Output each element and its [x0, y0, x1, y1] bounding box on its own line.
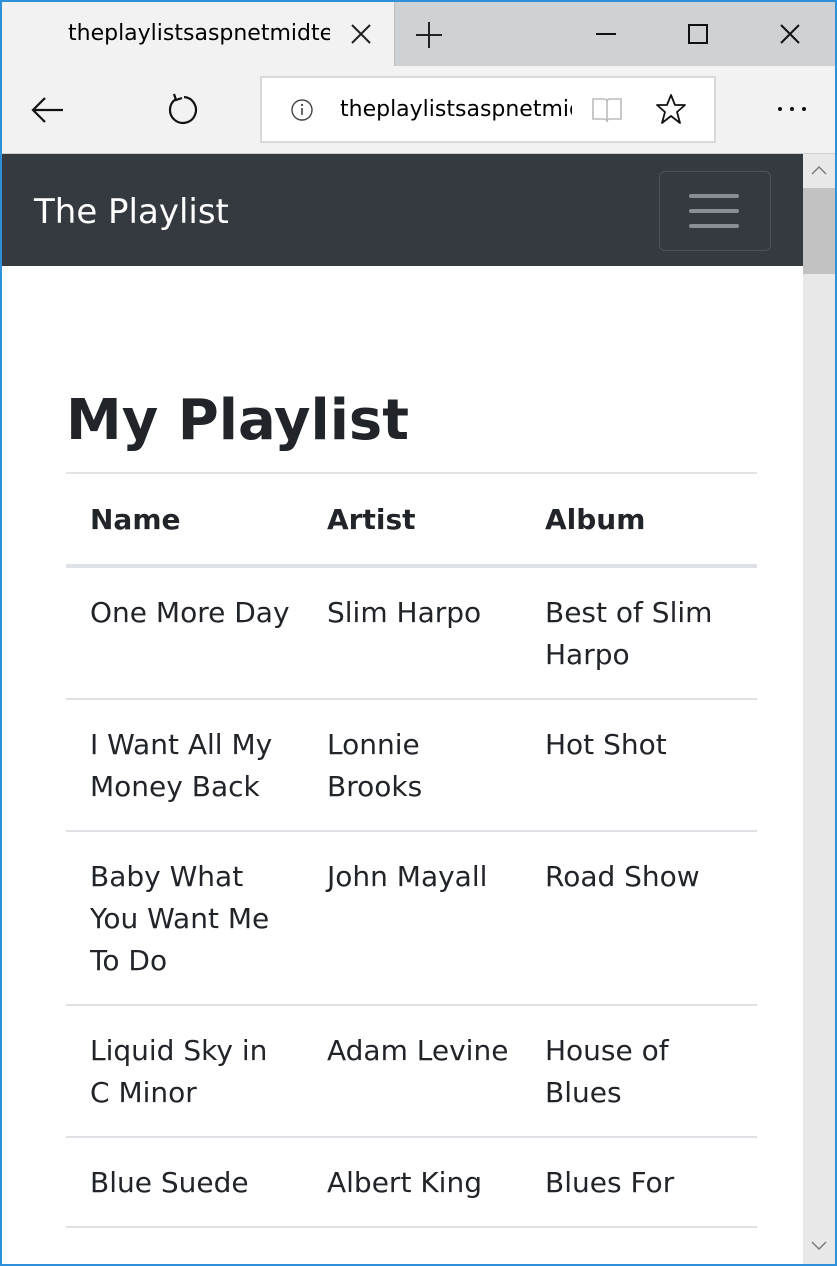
cell-album: Hot Shot	[521, 699, 757, 832]
info-icon[interactable]	[290, 98, 314, 122]
column-header-artist: Artist	[303, 474, 521, 568]
browser-window: theplaylistsaspnetmidterm	[0, 0, 837, 1266]
page-viewport: The Playlist My Playlist Name Artist Alb…	[2, 154, 803, 1264]
cell-album: Best of Slim Harpo	[521, 566, 757, 700]
cell-artist: John Mayall	[303, 831, 521, 1006]
scroll-up-chevron-icon[interactable]	[809, 162, 829, 178]
more-icon[interactable]	[772, 94, 812, 124]
star-icon[interactable]	[654, 92, 688, 126]
cell-name: One More Day	[66, 566, 303, 700]
maximize-icon[interactable]	[680, 16, 716, 52]
scroll-down-chevron-icon[interactable]	[809, 1238, 829, 1254]
cell-album: House of Blues	[521, 1005, 757, 1138]
table-row: I Want All My Money Back Lonnie Brooks H…	[66, 699, 757, 832]
playlist-table: Name Artist Album One More Day Slim Harp…	[66, 474, 757, 1228]
table-header-row: Name Artist Album	[66, 474, 757, 568]
table-row: Baby What You Want Me To Do John Mayall …	[66, 831, 757, 1006]
back-arrow-icon[interactable]	[27, 90, 67, 130]
table-row: Blue Suede Albert King Blues For	[66, 1137, 757, 1228]
browser-toolbar: theplaylistsaspnetmidterm.azurewebsites.…	[2, 66, 835, 154]
hamburger-icon	[689, 194, 739, 198]
new-tab-plus-icon[interactable]	[412, 18, 446, 52]
column-header-name: Name	[66, 474, 303, 568]
address-bar[interactable]: theplaylistsaspnetmidterm.azurewebsites.…	[260, 76, 716, 143]
navbar-toggler-button[interactable]	[659, 171, 771, 251]
hamburger-icon	[689, 224, 739, 228]
cell-album: Road Show	[521, 831, 757, 1006]
tab-close-icon[interactable]	[347, 20, 375, 48]
cell-name: Baby What You Want Me To Do	[66, 831, 303, 1006]
window-close-icon[interactable]	[772, 16, 808, 52]
page-title: My Playlist	[66, 388, 410, 453]
tab-bar: theplaylistsaspnetmidterm	[2, 2, 835, 66]
site-brand[interactable]: The Playlist	[34, 190, 229, 234]
cell-name: I Want All My Money Back	[66, 699, 303, 832]
cell-artist: Adam Levine	[303, 1005, 521, 1138]
cell-name: Liquid Sky in C Minor	[66, 1005, 303, 1138]
active-tab[interactable]: theplaylistsaspnetmidterm	[2, 2, 395, 66]
table-row: One More Day Slim Harpo Best of Slim Har…	[66, 566, 757, 700]
vertical-scrollbar[interactable]	[803, 154, 835, 1264]
table-row: Liquid Sky in C Minor Adam Levine House …	[66, 1005, 757, 1138]
cell-artist: Albert King	[303, 1137, 521, 1228]
address-text[interactable]: theplaylistsaspnetmidterm.azurewebsites.…	[340, 94, 572, 126]
cell-artist: Slim Harpo	[303, 566, 521, 700]
column-header-album: Album	[521, 474, 757, 568]
cell-album: Blues For	[521, 1137, 757, 1228]
scrollbar-thumb[interactable]	[803, 188, 835, 274]
site-navbar: The Playlist	[2, 154, 803, 266]
reading-view-icon[interactable]	[590, 94, 624, 126]
cell-artist: Lonnie Brooks	[303, 699, 521, 832]
tab-title: theplaylistsaspnetmidterm	[68, 21, 330, 46]
refresh-icon[interactable]	[164, 90, 204, 130]
minimize-icon[interactable]	[588, 16, 624, 52]
cell-name: Blue Suede	[66, 1137, 303, 1228]
hamburger-icon	[689, 209, 739, 213]
